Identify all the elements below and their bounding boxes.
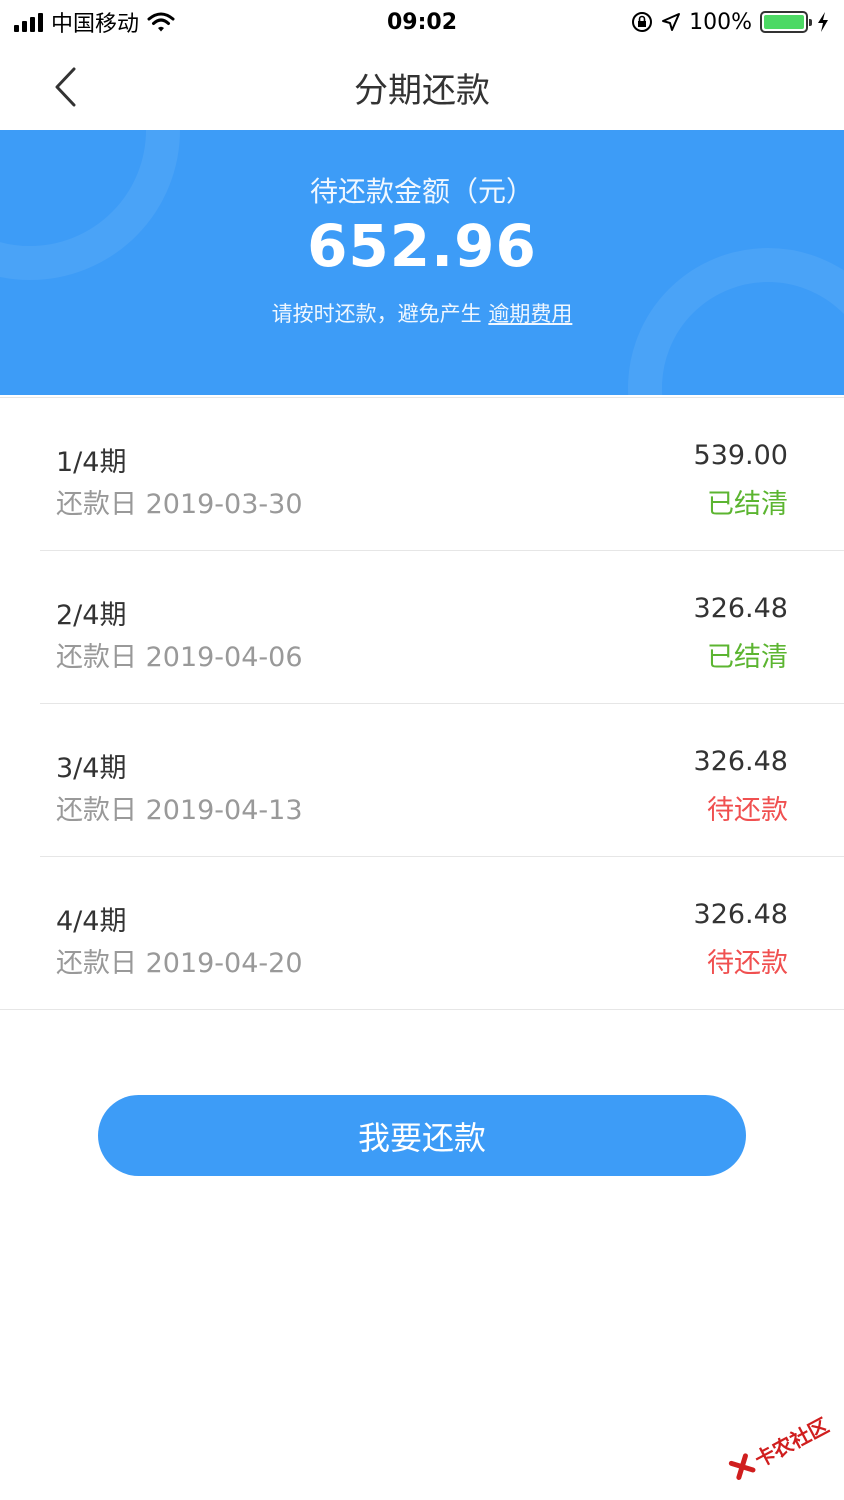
- installment-row[interactable]: 2/4期 还款日 2019-04-06 326.48 已结清: [40, 551, 844, 704]
- repay-button[interactable]: 我要还款: [98, 1095, 746, 1176]
- installment-due-date: 还款日 2019-04-06: [56, 642, 303, 673]
- reminder-text: 请按时还款，避免产生: [271, 302, 482, 326]
- installment-due-date: 还款日 2019-04-20: [56, 948, 303, 979]
- installment-period: 1/4期: [56, 447, 127, 478]
- wifi-icon: [147, 12, 175, 32]
- installment-period: 4/4期: [56, 906, 127, 937]
- installment-due-date: 还款日 2019-03-30: [56, 489, 303, 520]
- orientation-lock-icon: [632, 12, 653, 32]
- cellular-signal-icon: [14, 12, 43, 32]
- installment-list: 1/4期 还款日 2019-03-30 539.00 已结清 2/4期 还款日 …: [0, 397, 844, 1010]
- installment-status: 已结清: [707, 642, 788, 673]
- status-bar: 中国移动 09:02 100%: [0, 0, 844, 44]
- charging-bolt-icon: [818, 12, 828, 32]
- installment-due-date: 还款日 2019-04-13: [56, 795, 303, 826]
- status-bar-left: 中国移动: [14, 6, 175, 38]
- overdue-fee-link[interactable]: 逾期费用: [488, 302, 572, 326]
- installment-row[interactable]: 4/4期 还款日 2019-04-20 326.48 待还款: [0, 857, 844, 1010]
- status-bar-right: 100%: [631, 10, 830, 35]
- installment-amount: 539.00: [693, 440, 788, 471]
- installment-amount: 326.48: [693, 899, 788, 930]
- watermark-logo-icon: [728, 1453, 756, 1480]
- battery-icon: [760, 11, 812, 33]
- battery-percent: 100%: [689, 9, 752, 35]
- installment-status: 待还款: [707, 795, 788, 826]
- carrier-name: 中国移动: [51, 12, 140, 37]
- back-button[interactable]: [40, 62, 90, 112]
- chevron-left-icon: [55, 67, 76, 107]
- location-arrow-icon: [662, 13, 681, 31]
- installment-amount: 326.48: [693, 746, 788, 777]
- outstanding-amount-label: 待还款金额（元）: [309, 175, 534, 208]
- installment-period: 3/4期: [56, 753, 127, 784]
- installment-row[interactable]: 1/4期 还款日 2019-03-30 539.00 已结清: [40, 398, 844, 551]
- outstanding-summary-banner: 待还款金额（元） 652.96 请按时还款，避免产生 逾期费用: [0, 130, 844, 395]
- installment-status: 已结清: [707, 489, 788, 520]
- watermark-text: 卡农社区: [750, 1412, 833, 1472]
- installment-period: 2/4期: [56, 600, 127, 631]
- outstanding-amount: 652.96: [307, 212, 537, 280]
- installment-status: 待还款: [707, 948, 788, 979]
- installment-amount: 326.48: [693, 593, 788, 624]
- navigation-bar: 分期还款: [0, 44, 844, 130]
- installment-row[interactable]: 3/4期 还款日 2019-04-13 326.48 待还款: [40, 704, 844, 857]
- repayment-reminder: 请按时还款，避免产生 逾期费用: [0, 298, 844, 328]
- watermark: 卡农社区: [714, 1385, 844, 1500]
- page-title: 分期还款: [354, 70, 490, 111]
